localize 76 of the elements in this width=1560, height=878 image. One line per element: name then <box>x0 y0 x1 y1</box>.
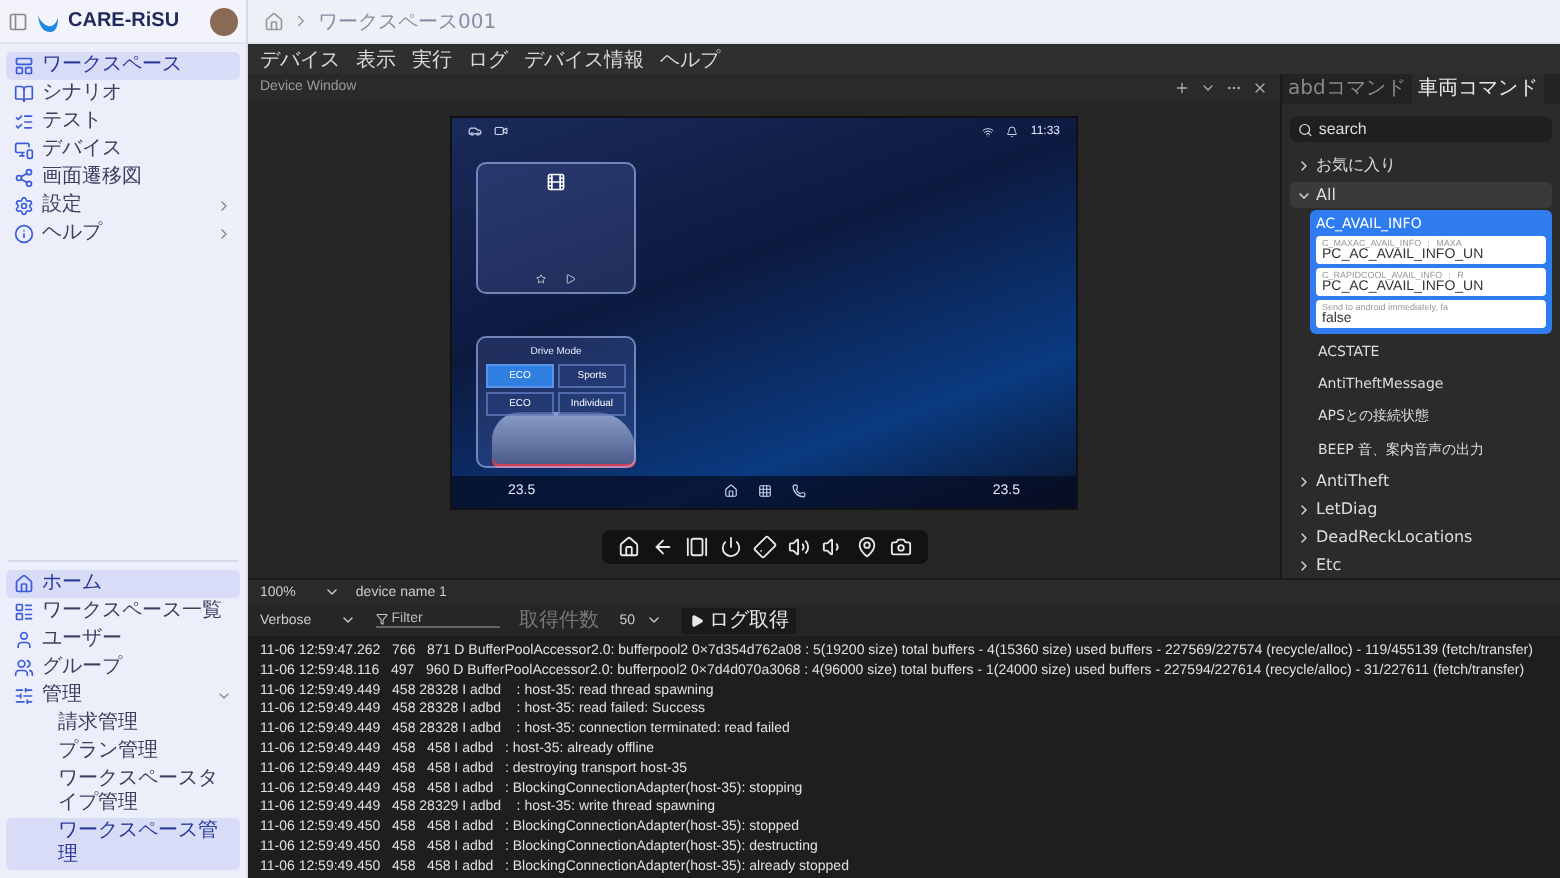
tree-group[interactable]: Etc <box>1290 552 1552 578</box>
menu-item[interactable]: ヘルプ <box>660 45 720 73</box>
count-label: 取得件数 <box>519 608 600 634</box>
back-arrow-icon[interactable] <box>651 535 673 557</box>
fetch-log-button[interactable]: ログ取得 <box>682 607 797 633</box>
play-icon <box>690 613 705 627</box>
volume-down-icon[interactable] <box>821 535 843 557</box>
tilted-phone-icon[interactable] <box>753 535 775 557</box>
nav-icon <box>14 168 34 188</box>
nav-item[interactable]: グループ <box>6 654 240 682</box>
volume-up-icon[interactable] <box>787 535 809 557</box>
menu-item[interactable]: 実行 <box>412 45 452 73</box>
brand-name: CARE-RiSU <box>68 10 182 32</box>
nav-item[interactable]: テスト <box>6 108 240 136</box>
grid-icon[interactable] <box>757 484 771 498</box>
nav-item[interactable]: 管理 <box>6 682 240 710</box>
nav-icon <box>14 602 34 622</box>
panels-icon[interactable] <box>685 535 707 557</box>
menu-item[interactable]: ログ <box>468 45 508 73</box>
nav-subitem[interactable]: プラン管理 <box>6 738 240 766</box>
film-icon <box>546 171 566 191</box>
map-pin-icon[interactable] <box>855 535 877 557</box>
nav-icon <box>14 630 34 650</box>
sidebar-toggle-icon[interactable] <box>8 11 28 31</box>
close-icon[interactable] <box>1252 79 1268 95</box>
tree-group[interactable]: LetDiag <box>1290 496 1552 522</box>
nav-item[interactable]: ホーム <box>6 570 240 598</box>
power-icon[interactable] <box>719 535 741 557</box>
camera-icon[interactable] <box>889 535 911 557</box>
menu-item[interactable]: デバイス <box>260 45 340 73</box>
add-icon[interactable] <box>1174 79 1190 95</box>
nav-icon <box>14 574 34 594</box>
nav-icon <box>14 140 34 160</box>
phone-icon[interactable] <box>791 484 805 498</box>
nav-icon <box>14 196 34 216</box>
nav-item[interactable]: 画面遷移図 <box>6 164 240 192</box>
nav-icon <box>14 686 34 706</box>
nav-icon <box>14 224 34 244</box>
nav-item[interactable]: ワークスペース一覧 <box>6 598 240 626</box>
menu-item[interactable]: デバイス情報 <box>524 45 644 73</box>
wifi-icon <box>982 125 995 137</box>
nav-subitem[interactable]: ワークスペース管理 <box>6 818 240 870</box>
avatar[interactable] <box>210 7 238 35</box>
video-icon <box>494 124 508 138</box>
search-icon <box>1298 121 1313 137</box>
nav-item[interactable]: ワークスペース <box>6 52 240 80</box>
nav-item[interactable]: デバイス <box>6 136 240 164</box>
star-icon <box>536 273 546 283</box>
nav-icon <box>14 56 34 76</box>
chevron-down-icon <box>646 612 663 628</box>
car-photo-placeholder <box>492 411 636 467</box>
filter-icon <box>375 612 388 626</box>
search-field[interactable]: search <box>1318 120 1544 138</box>
nav-item[interactable]: シナリオ <box>6 80 240 108</box>
chevron-right-icon <box>292 12 310 30</box>
car-icon <box>468 124 482 138</box>
chevron-right-icon <box>1296 157 1312 173</box>
play-icon <box>566 273 576 283</box>
tab[interactable]: abdコマンド <box>1282 74 1412 104</box>
nav-icon <box>14 112 34 132</box>
nav-icon <box>14 658 34 678</box>
nav-subitem[interactable]: 請求管理 <box>6 710 240 738</box>
nav-item[interactable]: 設定 <box>6 192 240 220</box>
bell-icon <box>1006 125 1019 137</box>
nav-item[interactable]: ヘルプ <box>6 220 240 248</box>
tab[interactable]: 車両コマンド <box>1411 74 1544 104</box>
nav-subitem[interactable]: ワークスペースタイプ管理 <box>6 766 240 818</box>
tree-group[interactable]: お気に入り <box>1290 150 1552 180</box>
nav-item[interactable]: ユーザー <box>6 626 240 654</box>
home-icon[interactable] <box>723 484 737 498</box>
nav-icon <box>14 84 34 104</box>
tree-group[interactable]: AntiTheft <box>1290 468 1552 494</box>
search-box[interactable]: search <box>1290 116 1552 142</box>
menu-item[interactable]: 表示 <box>356 45 396 73</box>
tree-group[interactable]: All <box>1290 182 1552 208</box>
tree-group[interactable]: DeadReckLocations <box>1290 524 1552 550</box>
